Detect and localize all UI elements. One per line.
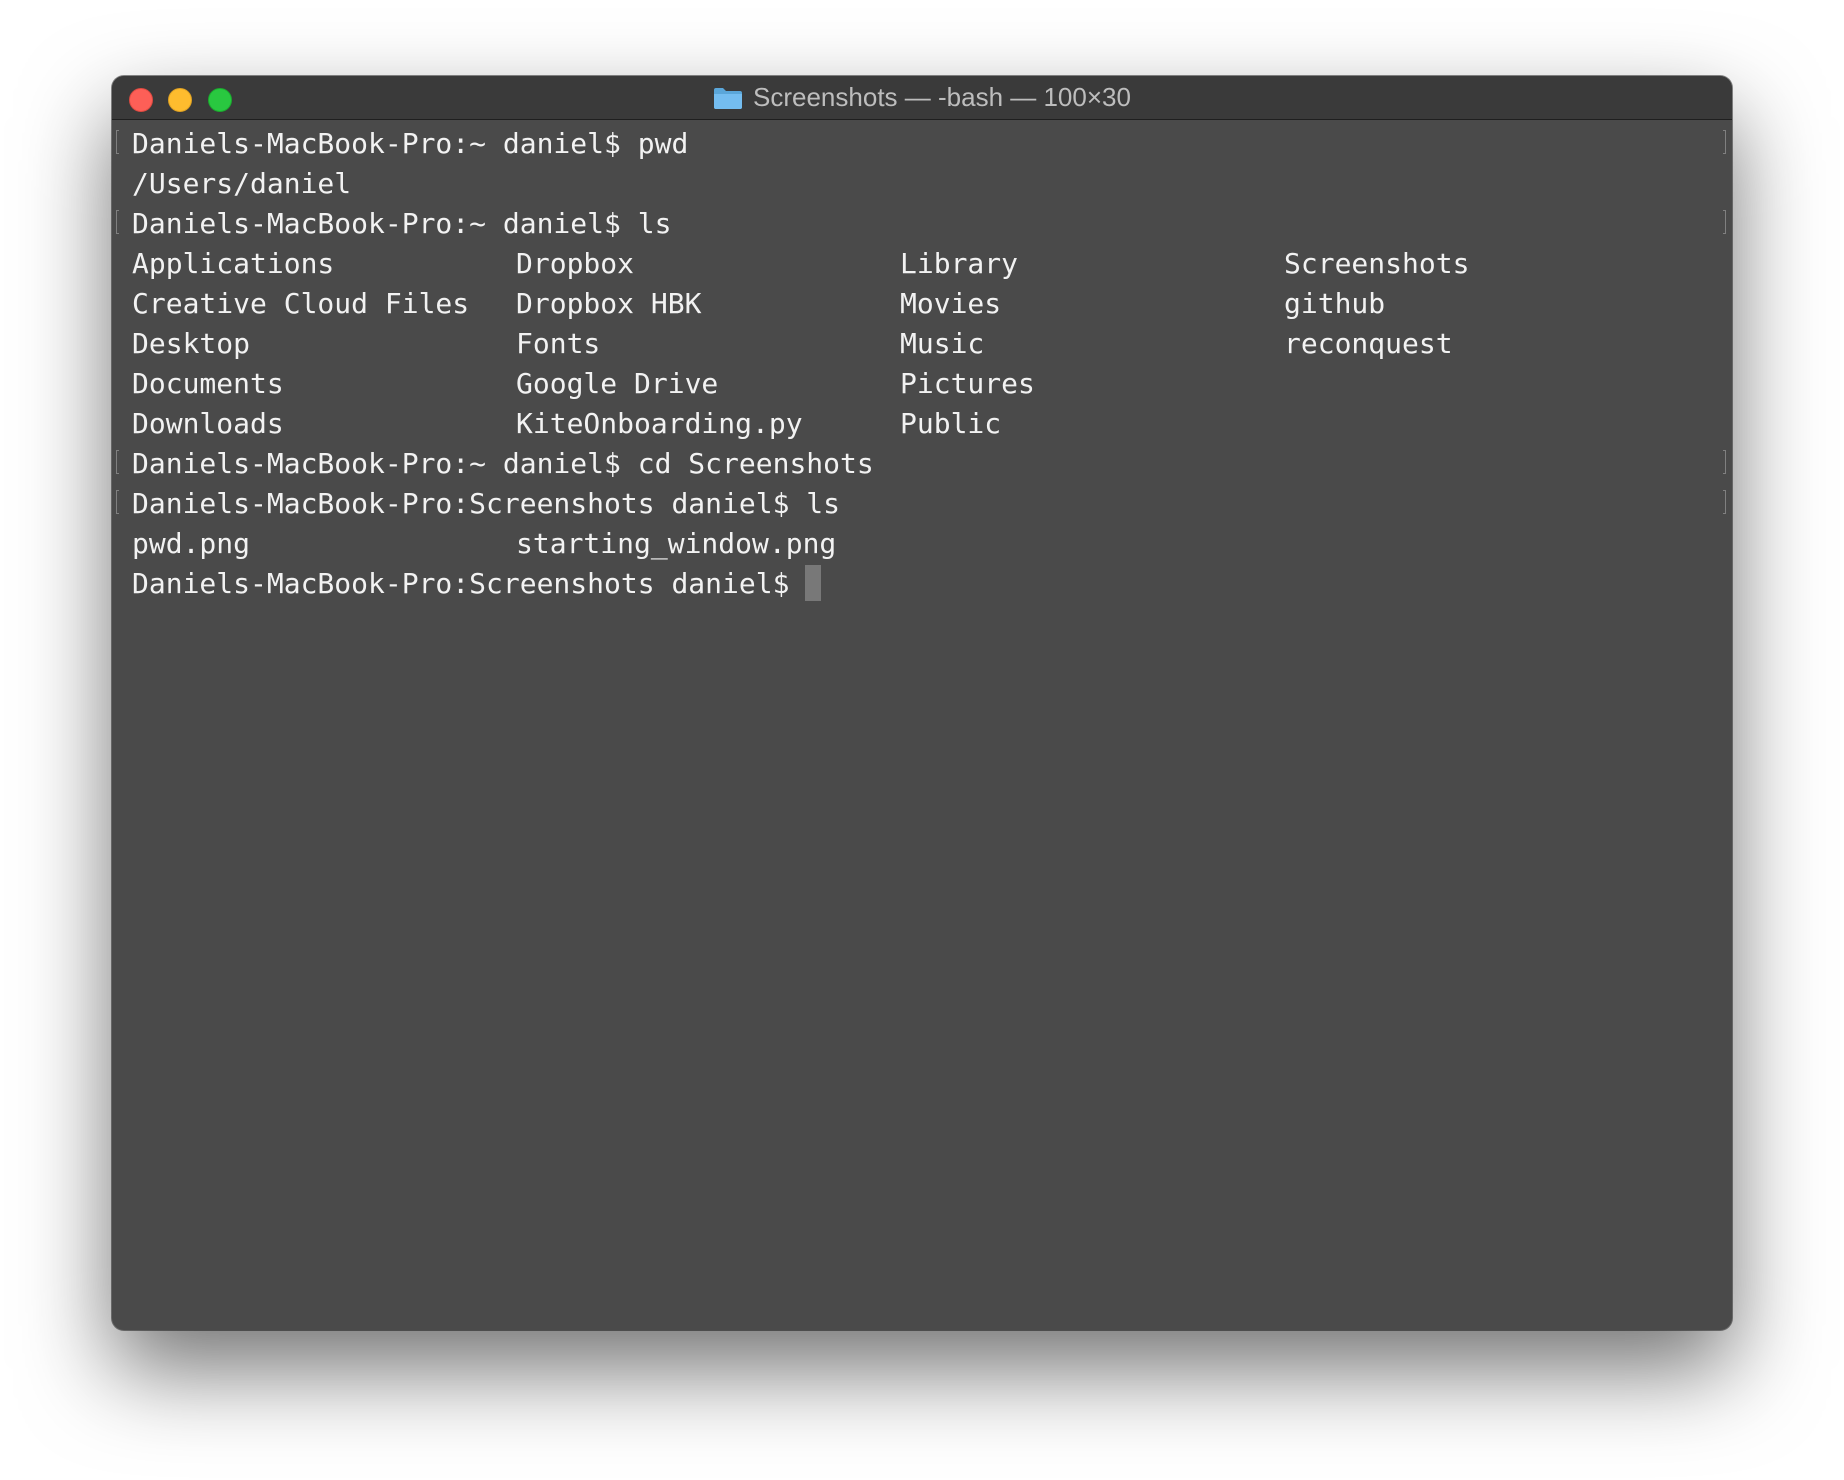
title-bar[interactable]: Screenshots — -bash — 100×30: [112, 76, 1732, 120]
line-mark-right: [1723, 210, 1726, 234]
ls-entry: Desktop: [132, 327, 251, 360]
line-mark-left: [116, 210, 119, 234]
ls-row: Creative Cloud Files Dropbox HBK Movies …: [122, 284, 1732, 324]
line-mark-left: [116, 130, 119, 154]
ls-entry: starting_window.png: [516, 527, 837, 560]
line-mark-left: [116, 490, 119, 514]
ls-entry: KiteOnboarding.py: [516, 407, 803, 440]
ls-row: Downloads KiteOnboarding.py Public: [122, 404, 1732, 444]
command-text: Daniels-MacBook-Pro:~ daniel$ pwd: [132, 127, 689, 160]
command-line: Daniels-MacBook-Pro:Screenshots daniel$ …: [116, 484, 1732, 524]
command-text: Daniels-MacBook-Pro:~ daniel$ ls: [132, 207, 672, 240]
ls-row: Documents Google Drive Pictures: [122, 364, 1732, 404]
ls-entry: Library: [900, 247, 1019, 280]
folder-icon: [714, 87, 743, 109]
prompt-line[interactable]: Daniels-MacBook-Pro:Screenshots daniel$: [122, 564, 1732, 604]
command-line: Daniels-MacBook-Pro:~ daniel$ ls: [116, 204, 1732, 244]
command-line: Daniels-MacBook-Pro:~ daniel$ pwd: [116, 124, 1732, 164]
output-text: /Users/daniel: [132, 167, 352, 200]
ls-entry: Screenshots: [1284, 247, 1470, 280]
terminal-output[interactable]: Daniels-MacBook-Pro:~ daniel$ pwd /Users…: [116, 124, 1732, 1330]
ls-entry: reconquest: [1284, 327, 1453, 360]
window-title: Screenshots — -bash — 100×30: [112, 76, 1732, 119]
ls-row: pwd.png starting_window.png: [122, 524, 1732, 564]
text-cursor: [805, 565, 822, 601]
ls-entry: Documents: [132, 367, 284, 400]
ls-row: Desktop Fonts Music reconquest: [122, 324, 1732, 364]
ls-entry: Applications: [132, 247, 335, 280]
output-line: /Users/daniel: [122, 164, 1732, 204]
line-mark-right: [1723, 450, 1726, 474]
ls-entry: Pictures: [900, 367, 1035, 400]
ls-row: Applications Dropbox Library Screenshots: [122, 244, 1732, 284]
command-text: Daniels-MacBook-Pro:~ daniel$ cd Screens…: [132, 447, 874, 480]
ls-entry: Dropbox: [516, 247, 635, 280]
ls-entry: Music: [900, 327, 985, 360]
window-title-text: Screenshots — -bash — 100×30: [753, 82, 1131, 112]
ls-entry: Google Drive: [516, 367, 719, 400]
prompt-text: Daniels-MacBook-Pro:Screenshots daniel$: [132, 567, 790, 600]
command-text: Daniels-MacBook-Pro:Screenshots daniel$ …: [132, 487, 841, 520]
line-mark-right: [1723, 490, 1726, 514]
ls-entry: Fonts: [516, 327, 601, 360]
line-mark-right: [1723, 130, 1726, 154]
ls-entry: Public: [900, 407, 1002, 440]
ls-entry: Creative Cloud Files: [132, 287, 470, 320]
command-line: Daniels-MacBook-Pro:~ daniel$ cd Screens…: [116, 444, 1732, 484]
ls-entry: Dropbox HBK: [516, 287, 702, 320]
ls-entry: pwd.png: [132, 527, 251, 560]
terminal-window: Screenshots — -bash — 100×30 Daniels-Mac…: [112, 76, 1732, 1330]
ls-entry: Movies: [900, 287, 1002, 320]
ls-entry: github: [1284, 287, 1386, 320]
ls-entry: Downloads: [132, 407, 284, 440]
line-mark-left: [116, 450, 119, 474]
